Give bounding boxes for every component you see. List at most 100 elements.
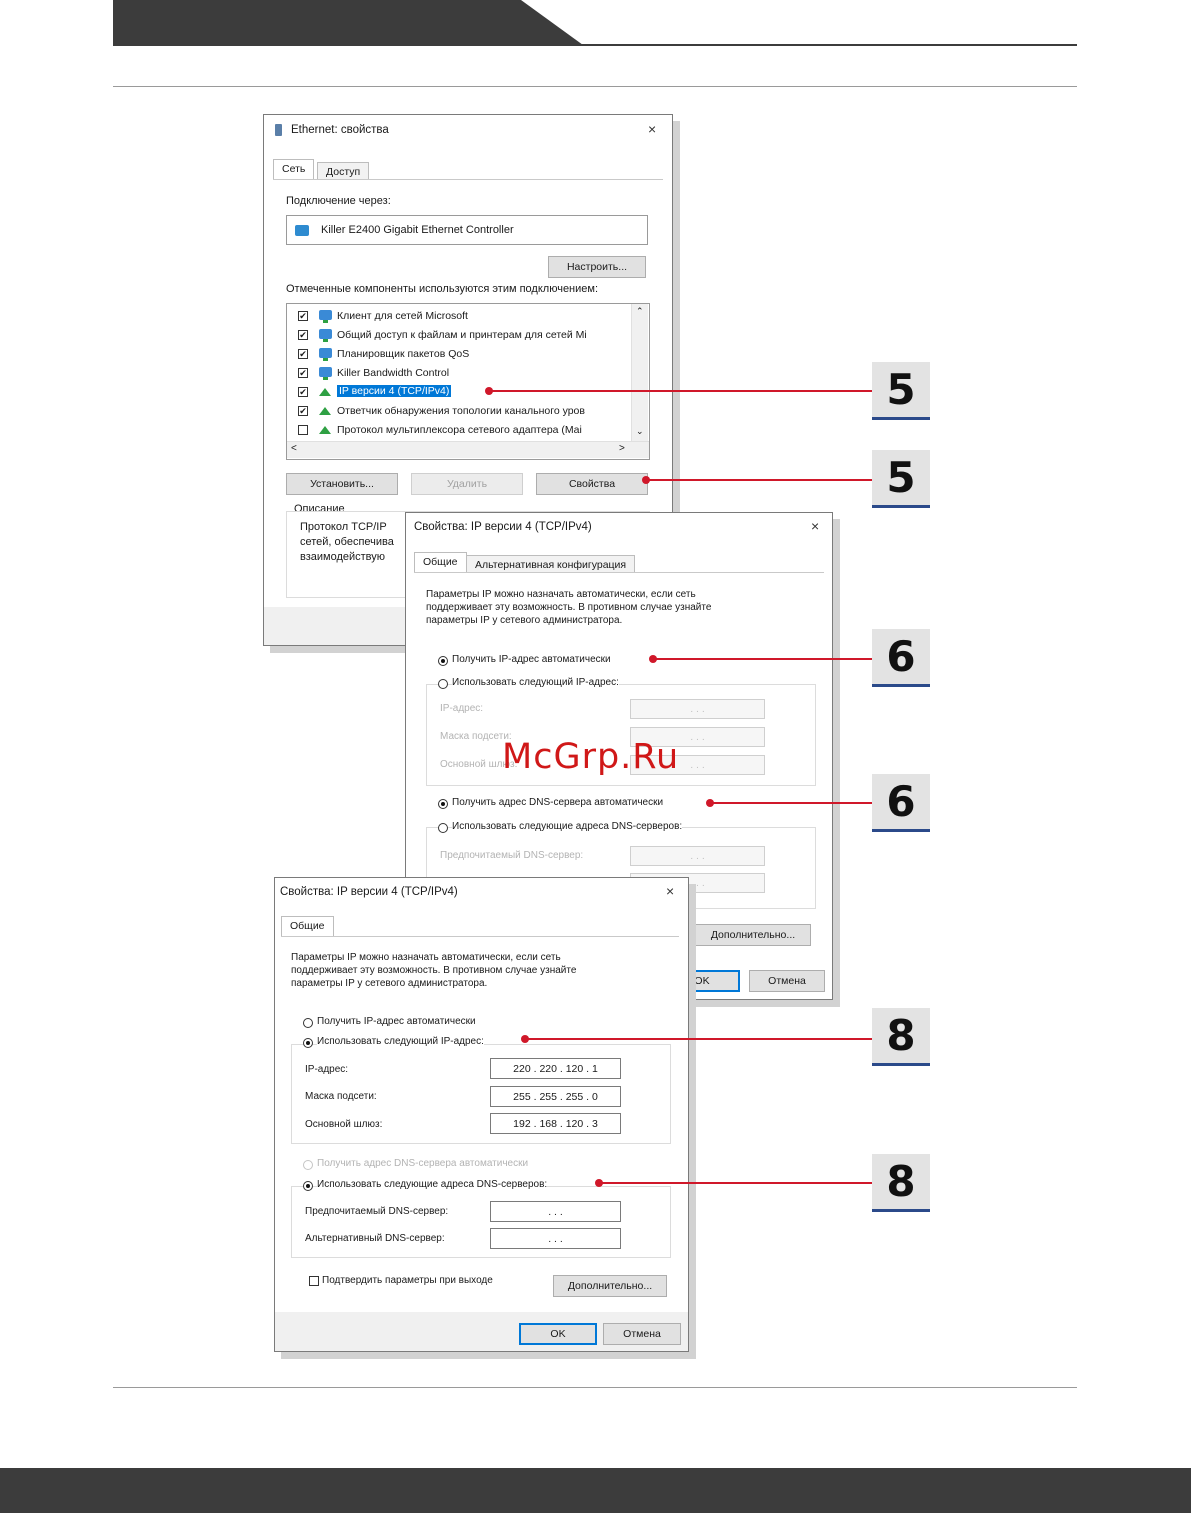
- ip-address-label: IP-адрес:: [305, 1064, 349, 1075]
- properties-button[interactable]: Свойства: [536, 473, 648, 495]
- tab-strip-line: [281, 936, 679, 937]
- intro-line: параметры IP у сетевого администратора.: [291, 978, 488, 989]
- ok-button[interactable]: OK: [519, 1323, 597, 1345]
- chevron-right-icon[interactable]: >: [619, 443, 625, 454]
- description-line: взаимодействую: [300, 551, 386, 563]
- close-icon[interactable]: ×: [666, 883, 674, 899]
- chevron-left-icon[interactable]: <: [291, 443, 297, 454]
- gateway-field[interactable]: 192 . 168 . 120 . 3: [490, 1113, 621, 1134]
- preferred-dns-field[interactable]: . . .: [490, 1201, 621, 1222]
- step-callout-5: 5: [872, 362, 930, 420]
- auto-dns-label: Получить адрес DNS-сервера автоматически: [452, 797, 664, 808]
- step-callout-5: 5: [872, 450, 930, 508]
- network-client-icon: [319, 310, 332, 323]
- cancel-button[interactable]: Отмена: [603, 1323, 681, 1345]
- ip-address-label: IP-адрес:: [440, 703, 484, 714]
- manual-ip-label: Использовать следующий IP-адрес:: [452, 677, 619, 688]
- auto-ip-label: Получить IP-адрес автоматически: [317, 1016, 476, 1027]
- auto-dns-label: Получить адрес DNS-сервера автоматически: [317, 1158, 529, 1169]
- tab-network[interactable]: Сеть: [273, 159, 315, 179]
- components-label: Отмеченные компоненты используются этим …: [286, 283, 599, 295]
- header-tab: [113, 0, 583, 45]
- subnet-mask-label: Маска подсети:: [305, 1091, 377, 1102]
- tab-general[interactable]: Общие: [281, 916, 334, 936]
- leader-line: [653, 658, 872, 660]
- tab-alternate-config[interactable]: Альтернативная конфигурация: [466, 555, 636, 572]
- list-item-label: IP версии 4 (TCP/IPv4): [337, 385, 452, 397]
- advanced-button[interactable]: Дополнительно...: [553, 1275, 667, 1297]
- list-item-label: Общий доступ к файлам и принтерам для се…: [337, 329, 587, 341]
- dialog-title: Свойства: IP версии 4 (TCP/IPv4): [414, 521, 592, 533]
- configure-button[interactable]: Настроить...: [548, 256, 646, 278]
- checkbox[interactable]: [298, 425, 308, 435]
- checkbox[interactable]: ✔: [298, 311, 308, 321]
- checkbox[interactable]: ✔: [298, 368, 308, 378]
- tab-sharing[interactable]: Доступ: [317, 162, 370, 179]
- manual-ip-radio[interactable]: [438, 679, 448, 689]
- gateway-label: Основной шлюз:: [305, 1119, 383, 1130]
- header-divider: [113, 86, 1077, 87]
- preferred-dns-label: Предпочитаемый DNS-сервер:: [440, 850, 584, 861]
- qos-icon: [319, 348, 332, 361]
- preferred-dns-field[interactable]: . . .: [630, 846, 765, 866]
- checkbox[interactable]: ✔: [298, 406, 308, 416]
- auto-ip-radio[interactable]: [303, 1018, 313, 1028]
- list-item-label: Killer Bandwidth Control: [337, 367, 450, 379]
- auto-ip-radio[interactable]: [438, 656, 448, 666]
- intro-line: параметры IP у сетевого администратора.: [426, 615, 623, 626]
- ethernet-icon: [275, 124, 282, 136]
- leader-line: [646, 479, 872, 481]
- list-item-label: Планировщик пакетов QoS: [337, 348, 470, 360]
- manual-dns-radio[interactable]: [438, 823, 448, 833]
- protocol-icon: [319, 388, 331, 396]
- intro-line: поддерживает эту возможность. В противно…: [426, 602, 712, 613]
- description-line: сетей, обеспечива: [300, 536, 394, 548]
- tab-strip-line: [273, 179, 663, 180]
- description-line: Протокол TCP/IP: [300, 521, 387, 533]
- leader-line: [599, 1182, 872, 1184]
- footer-bar: [0, 1468, 1191, 1513]
- auto-dns-radio[interactable]: [438, 799, 448, 809]
- list-item-label: Клиент для сетей Microsoft: [337, 310, 468, 322]
- checkbox[interactable]: ✔: [298, 349, 308, 359]
- step-callout-6: 6: [872, 774, 930, 832]
- dialog-title: Свойства: IP версии 4 (TCP/IPv4): [280, 886, 458, 898]
- file-sharing-icon: [319, 329, 332, 342]
- manual-dns-radio[interactable]: [303, 1181, 313, 1191]
- checkbox[interactable]: ✔: [298, 330, 308, 340]
- checkbox[interactable]: ✔: [298, 387, 308, 397]
- tab-general[interactable]: Общие: [414, 552, 467, 572]
- auto-dns-radio[interactable]: [303, 1160, 313, 1170]
- close-icon[interactable]: ×: [648, 121, 656, 137]
- footer-divider: [113, 1387, 1077, 1388]
- chevron-down-icon[interactable]: ⌄: [636, 426, 644, 437]
- cancel-button[interactable]: Отмена: [749, 970, 825, 992]
- manual-ip-radio[interactable]: [303, 1038, 313, 1048]
- components-list: ✔ Клиент для сетей Microsoft ✔ Общий дос…: [286, 303, 650, 460]
- connect-via-label: Подключение через:: [286, 195, 391, 207]
- validate-checkbox[interactable]: [309, 1276, 319, 1286]
- ip-address-field[interactable]: 220 . 220 . 120 . 1: [490, 1058, 621, 1079]
- advanced-button[interactable]: Дополнительно...: [695, 924, 811, 946]
- list-item-label: Протокол мультиплексора сетевого адаптер…: [337, 424, 582, 436]
- vertical-scrollbar[interactable]: ⌃ ⌄: [631, 304, 648, 441]
- watermark: McGrp.Ru: [502, 737, 680, 777]
- ip-address-field[interactable]: . . .: [630, 699, 765, 719]
- leader-line: [710, 802, 872, 804]
- step-callout-6: 6: [872, 629, 930, 687]
- install-button[interactable]: Установить...: [286, 473, 398, 495]
- validate-label: Подтвердить параметры при выходе: [322, 1275, 493, 1286]
- adapter-field: Killer E2400 Gigabit Ethernet Controller: [286, 215, 648, 245]
- adapter-name: Killer E2400 Gigabit Ethernet Controller: [321, 224, 514, 236]
- remove-button[interactable]: Удалить: [411, 473, 523, 495]
- subnet-mask-field[interactable]: 255 . 255 . 255 . 0: [490, 1086, 621, 1107]
- step-callout-8: 8: [872, 1154, 930, 1212]
- close-icon[interactable]: ×: [811, 518, 819, 534]
- intro-line: Параметры IP можно назначать автоматичес…: [291, 952, 561, 963]
- alternate-dns-field[interactable]: . . .: [490, 1228, 621, 1249]
- horizontal-scrollbar[interactable]: < >: [287, 441, 649, 458]
- bandwidth-icon: [319, 367, 332, 380]
- chevron-up-icon[interactable]: ⌃: [636, 306, 644, 317]
- subnet-mask-label: Маска подсети:: [440, 731, 512, 742]
- protocol-icon: [319, 426, 331, 434]
